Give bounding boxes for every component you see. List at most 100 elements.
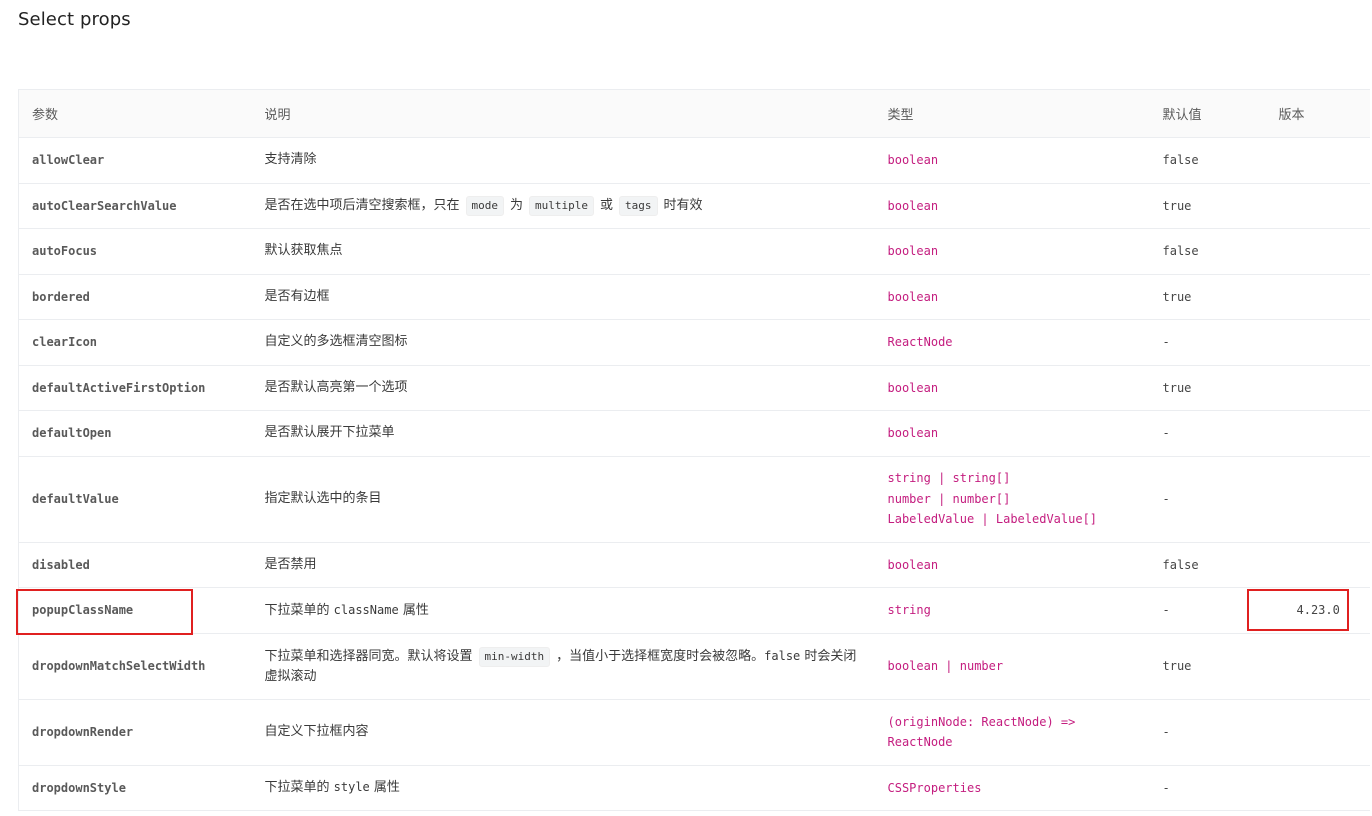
type-cell: boolean xyxy=(874,228,1150,275)
table-row: dropdownRender 自定义下拉框内容 (originNode: Rea… xyxy=(18,699,1370,766)
type-cell: boolean xyxy=(874,542,1150,588)
param-cell: autoFocus xyxy=(18,228,252,275)
default-cell: true xyxy=(1149,365,1266,411)
props-table: 参数 说明 类型 默认值 版本 allowClear 支持清除 boolean … xyxy=(18,89,1370,811)
type-cell: CSSProperties xyxy=(874,765,1150,811)
version-cell xyxy=(1265,456,1370,543)
default-cell: false xyxy=(1149,542,1266,588)
default-cell: - xyxy=(1149,456,1266,543)
desc-text: 下拉菜单和选择器同宽。默认将设置 xyxy=(264,648,473,664)
desc-cell: 支持清除 xyxy=(251,137,875,184)
props-doc-page: Select props 参数 说明 类型 默认值 版本 allowClear … xyxy=(0,0,1372,816)
desc-cell: 是否有边框 xyxy=(251,274,875,320)
header-desc: 说明 xyxy=(251,89,875,138)
desc-cell: 是否默认展开下拉菜单 xyxy=(251,410,875,457)
desc-mono-text: false xyxy=(764,648,801,663)
version-cell xyxy=(1265,633,1370,700)
version-cell xyxy=(1265,765,1370,811)
param-cell: allowClear xyxy=(18,137,252,184)
desc-cell: 是否默认高亮第一个选项 xyxy=(251,365,875,411)
version-cell xyxy=(1265,410,1370,457)
type-line: string | string[] xyxy=(887,471,1011,486)
desc-text: 为 xyxy=(510,197,524,213)
version-cell xyxy=(1265,228,1370,275)
desc-mono-text: style xyxy=(333,780,370,795)
desc-cell: 下拉菜单的 style 属性 xyxy=(251,765,875,811)
version-cell xyxy=(1265,319,1370,366)
desc-cell: 自定义下拉框内容 xyxy=(251,699,875,766)
desc-cell: 指定默认选中的条目 xyxy=(251,456,875,543)
desc-cell: 是否在选中项后清空搜索框，只在 mode 为 multiple 或 tags 时有效 xyxy=(251,183,875,229)
inline-code: mode xyxy=(465,195,505,216)
type-line: LabeledValue | LabeledValue[] xyxy=(887,512,1098,527)
desc-text: 属性 xyxy=(373,780,400,796)
type-cell: boolean xyxy=(874,365,1150,411)
param-cell: dropdownRender xyxy=(18,699,252,766)
desc-cell: 默认获取焦点 xyxy=(251,228,875,275)
default-cell: true xyxy=(1149,274,1266,320)
desc-text: 下拉菜单的 xyxy=(264,780,330,796)
header-version: 版本 xyxy=(1265,89,1370,138)
type-line: (originNode: ReactNode) => xyxy=(887,714,1076,729)
desc-cell: 下拉菜单和选择器同宽。默认将设置 min-width ，当值小于选择框宽度时会被忽略… xyxy=(251,633,875,700)
version-cell xyxy=(1265,183,1370,229)
table-row: defaultValue 指定默认选中的条目 string | string[]… xyxy=(18,456,1370,543)
version-cell xyxy=(1265,137,1370,184)
param-cell: defaultActiveFirstOption xyxy=(18,365,252,411)
type-cell: boolean xyxy=(874,274,1150,320)
type-line: number | number[] xyxy=(887,491,1011,506)
param-cell: disabled xyxy=(18,542,252,588)
inline-code: min-width xyxy=(478,646,551,667)
header-type: 类型 xyxy=(874,89,1150,138)
table-row: dropdownStyle 下拉菜单的 style 属性 CSSProperti… xyxy=(18,765,1370,811)
desc-text: ，当值小于选择框宽度时会被忽略。 xyxy=(556,648,765,664)
default-cell: - xyxy=(1149,699,1266,766)
version-cell xyxy=(1265,274,1370,320)
table-row: bordered 是否有边框 boolean true xyxy=(18,274,1370,320)
type-cell: boolean xyxy=(874,183,1150,229)
type-cell: ReactNode xyxy=(874,319,1150,366)
default-cell: false xyxy=(1149,228,1266,275)
header-param: 参数 xyxy=(18,89,252,138)
default-cell: - xyxy=(1149,765,1266,811)
version-cell xyxy=(1265,699,1370,766)
table-row: autoClearSearchValue 是否在选中项后清空搜索框，只在 mode… xyxy=(18,183,1370,229)
version-cell xyxy=(1265,542,1370,588)
param-cell: dropdownStyle xyxy=(18,765,252,811)
type-cell: (originNode: ReactNode) => ReactNode xyxy=(874,699,1150,766)
param-cell: dropdownMatchSelectWidth xyxy=(18,633,252,700)
desc-cell: 是否禁用 xyxy=(251,542,875,588)
page-title: Select props xyxy=(18,9,131,30)
table-row: defaultActiveFirstOption 是否默认高亮第一个选项 boo… xyxy=(18,365,1370,411)
version-cell xyxy=(1265,365,1370,411)
inline-code: tags xyxy=(619,195,658,216)
default-cell: - xyxy=(1149,587,1266,634)
type-cell: boolean | number xyxy=(874,633,1150,700)
table-row: clearIcon 自定义的多选框清空图标 ReactNode - xyxy=(18,319,1370,366)
type-cell: string xyxy=(874,587,1150,634)
table-row: disabled 是否禁用 boolean false xyxy=(18,542,1370,588)
table-header-row: 参数 说明 类型 默认值 版本 xyxy=(18,89,1370,138)
desc-text: 时有效 xyxy=(663,197,703,213)
desc-cell: 下拉菜单的 className 属性 xyxy=(251,587,875,634)
table-row: popupClassName 下拉菜单的 className 属性 string… xyxy=(18,587,1370,634)
desc-text: 是否在选中项后清空搜索框，只在 xyxy=(264,197,460,213)
param-cell: popupClassName xyxy=(18,587,252,634)
type-cell: boolean xyxy=(874,137,1150,184)
param-cell: clearIcon xyxy=(18,319,252,366)
default-cell: false xyxy=(1149,137,1266,184)
version-cell: 4.23.0 xyxy=(1265,587,1370,634)
type-line: ReactNode xyxy=(887,735,953,749)
default-cell: true xyxy=(1149,183,1266,229)
table-row: dropdownMatchSelectWidth 下拉菜单和选择器同宽。默认将设… xyxy=(18,633,1370,700)
desc-text: 下拉菜单的 xyxy=(264,602,330,618)
table-row: autoFocus 默认获取焦点 boolean false xyxy=(18,228,1370,275)
param-cell: defaultOpen xyxy=(18,410,252,457)
param-cell: bordered xyxy=(18,274,252,320)
param-cell: defaultValue xyxy=(18,456,252,543)
type-cell: boolean xyxy=(874,410,1150,457)
type-cell: string | string[] number | number[] Labele… xyxy=(874,456,1150,543)
desc-text: 或 xyxy=(600,197,614,213)
desc-text: 属性 xyxy=(402,602,429,618)
default-cell: - xyxy=(1149,410,1266,457)
